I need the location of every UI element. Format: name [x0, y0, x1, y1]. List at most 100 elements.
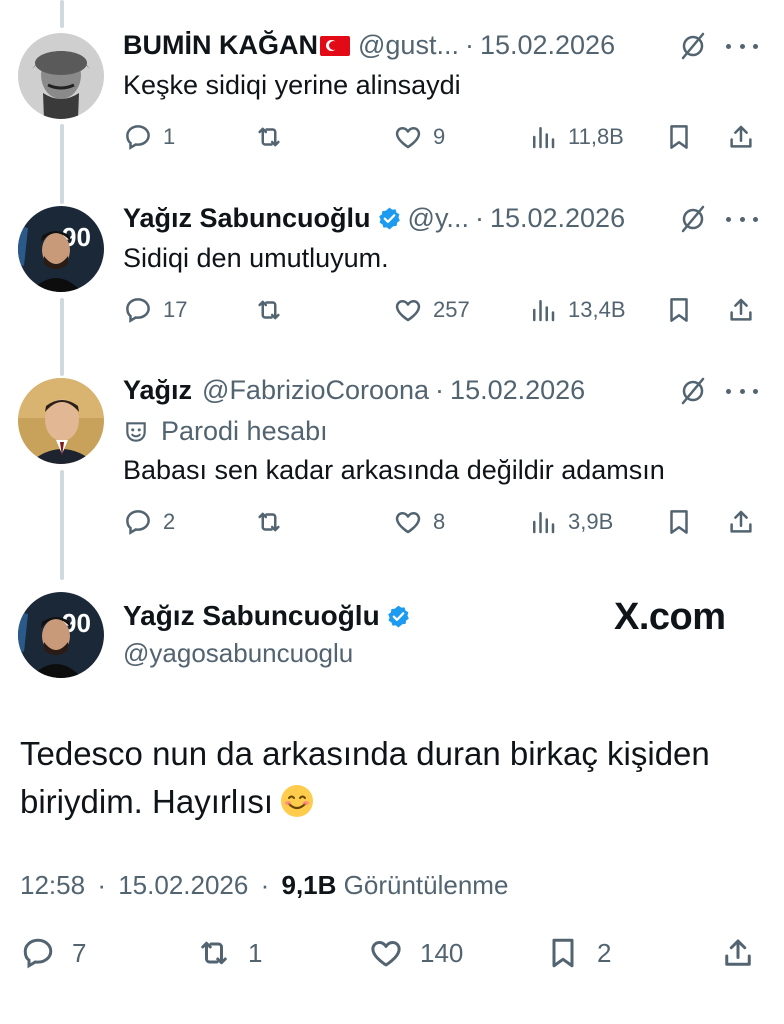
view-count: 3,9B	[568, 509, 614, 534]
author-name[interactable]: Yağız	[123, 375, 192, 406]
retweet-button[interactable]: 1	[196, 935, 262, 971]
share-icon	[730, 125, 752, 148]
like-button[interactable]: 257	[393, 295, 470, 325]
views-icon	[533, 512, 555, 534]
more-options-icon[interactable]	[726, 41, 758, 51]
views-button[interactable]: 11,8B	[528, 122, 624, 152]
grok-icon[interactable]	[678, 31, 708, 61]
retweet-button[interactable]	[254, 295, 284, 325]
avatar[interactable]	[18, 378, 104, 464]
reply-icon	[23, 938, 53, 969]
heart-icon	[395, 512, 421, 534]
retweet-button[interactable]	[254, 122, 284, 152]
bookmark-button[interactable]	[664, 122, 694, 152]
retweet-count: 1	[248, 937, 263, 968]
tweet-date[interactable]: 15.02.2026	[480, 30, 615, 61]
reply-button[interactable]: 2	[123, 507, 175, 537]
share-button[interactable]	[726, 295, 756, 325]
tweet-meta: 12:58 · 15.02.2026 · 9,1B Görüntülenme	[20, 870, 508, 901]
views-icon	[533, 300, 555, 322]
tweet-date[interactable]: 15.02.2026	[490, 203, 625, 234]
reply-count: 17	[163, 297, 188, 322]
view-count: 13,4B	[568, 297, 626, 322]
like-count: 257	[433, 297, 470, 322]
share-icon	[725, 939, 751, 966]
views-button[interactable]: 3,9B	[528, 507, 613, 537]
retweet-icon	[258, 512, 280, 532]
tweet-date[interactable]: 15.02.2026	[450, 375, 585, 406]
retweet-icon	[201, 941, 227, 965]
reply-count: 2	[163, 509, 176, 534]
grok-icon[interactable]	[678, 376, 708, 406]
bookmark-button[interactable]	[664, 295, 694, 325]
author-handle[interactable]: @yagosabuncuoglu	[123, 638, 353, 669]
heart-icon	[395, 127, 421, 149]
tweet-date[interactable]: 15.02.2026	[118, 870, 248, 900]
tweet-time[interactable]: 12:58	[20, 870, 85, 900]
reply-header: Yağız @FabrizioCoroona · 15.02.2026	[123, 375, 585, 406]
reply-icon	[126, 510, 150, 535]
author-handle[interactable]: @gust...	[358, 30, 459, 61]
like-count: 8	[433, 509, 446, 534]
reply-button[interactable]: 1	[123, 122, 175, 152]
tweet-text-line-2: biriydim. Hayırlısı	[20, 778, 760, 826]
thread-line	[60, 124, 64, 204]
author-name[interactable]: Yağız Sabuncuoğlu	[123, 203, 371, 234]
theater-mask-icon	[126, 421, 146, 442]
reply-button[interactable]: 17	[123, 295, 187, 325]
author-handle[interactable]: @FabrizioCoroona	[202, 375, 429, 406]
reply-icon	[126, 125, 150, 150]
share-button[interactable]	[720, 935, 756, 971]
tweet-text: Keşke sidiqi yerine alinsaydi	[123, 70, 461, 100]
thread-line	[60, 470, 64, 580]
separator-dot: ·	[464, 30, 474, 60]
separator-dot: ·	[260, 870, 270, 900]
retweet-icon	[258, 300, 280, 320]
grok-icon[interactable]	[678, 204, 708, 234]
thread-line	[60, 0, 64, 28]
bookmark-icon	[670, 298, 688, 322]
bookmark-icon	[670, 125, 688, 149]
main-author: Yağız Sabuncuoğlu	[123, 600, 417, 632]
tweet-text: Babası sen kadar arkasında değildir adam…	[123, 455, 665, 485]
author-handle[interactable]: @y...	[408, 203, 469, 234]
avatar[interactable]: 90	[18, 206, 104, 292]
avatar[interactable]: 90	[18, 592, 104, 678]
avatar[interactable]	[18, 33, 104, 119]
bookmark-button[interactable]	[664, 507, 694, 537]
reply-button[interactable]: 7	[20, 935, 86, 971]
verified-badge-icon	[378, 207, 400, 230]
reply-count: 1	[163, 124, 176, 149]
tweet-text: Sidiqi den umutluyum.	[123, 243, 389, 273]
separator-dot: ·	[97, 870, 106, 900]
like-button[interactable]: 9	[393, 122, 445, 152]
main-tweet-text: Tedesco nun da arkasında duran birkaç ki…	[20, 730, 760, 826]
like-button[interactable]: 140	[368, 935, 463, 971]
share-icon	[730, 510, 752, 533]
like-button[interactable]: 8	[393, 507, 445, 537]
views-button[interactable]: 13,4B	[528, 295, 626, 325]
views-icon	[533, 127, 555, 149]
author-name[interactable]: Yağız Sabuncuoğlu	[123, 600, 380, 632]
view-count: 9,1B	[281, 870, 337, 900]
share-button[interactable]	[726, 122, 756, 152]
author-name[interactable]: BUMİN KAĞAN	[123, 30, 318, 61]
bookmark-icon	[552, 938, 574, 968]
bookmark-count: 2	[597, 937, 612, 968]
more-options-icon[interactable]	[726, 214, 758, 224]
share-button[interactable]	[726, 507, 756, 537]
reply-count: 7	[72, 937, 87, 968]
reply-header: Yağız Sabuncuoğlu @y... · 15.02.2026	[123, 203, 625, 234]
thread-line	[60, 298, 64, 376]
reply-header: BUMİN KAĞAN @gust... · 15.02.2026	[123, 30, 615, 61]
parody-label-text: Parodi hesabı	[161, 416, 328, 446]
heart-icon	[395, 300, 421, 322]
more-options-icon[interactable]	[726, 386, 758, 396]
retweet-icon	[258, 127, 280, 147]
retweet-button[interactable]	[254, 507, 284, 537]
tweet-text-line: Tedesco nun da arkasında duran birkaç ki…	[20, 735, 710, 772]
bookmark-button[interactable]: 2	[545, 935, 611, 971]
x-com-watermark: X.com	[614, 596, 726, 638]
separator-dot: ·	[474, 203, 484, 233]
tweet-text-line: biriydim. Hayırlısı	[20, 783, 274, 820]
